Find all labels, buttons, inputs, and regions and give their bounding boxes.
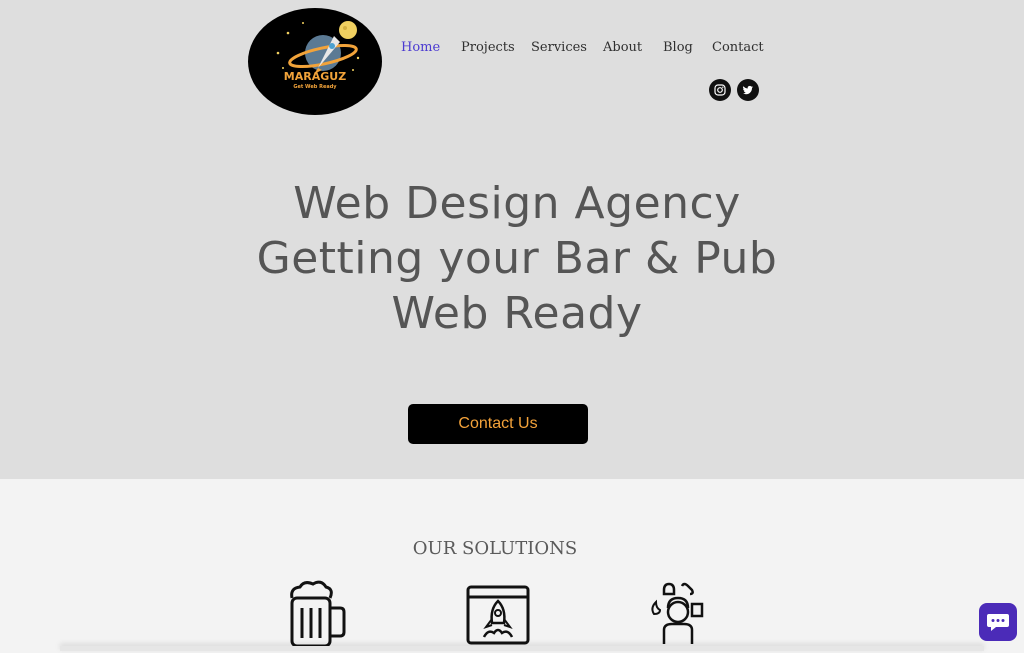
- contact-us-button[interactable]: Contact Us: [408, 404, 588, 444]
- beer-mug-icon: [286, 580, 348, 653]
- nav-item-services[interactable]: Services: [531, 40, 587, 55]
- hero-headline: Web Design Agency Getting your Bar & Pub…: [212, 176, 822, 341]
- nav-item-projects[interactable]: Projects: [461, 40, 515, 55]
- instagram-link[interactable]: [709, 79, 731, 101]
- site-logo[interactable]: MARAGUZ Get Web Ready: [248, 8, 382, 115]
- headline-line-3: Web Ready: [391, 288, 643, 339]
- rocket-browser-icon: [466, 585, 530, 652]
- hero-section: MARAGUZ Get Web Ready Home Projects Serv…: [0, 0, 1024, 479]
- logo-tagline: Get Web Ready: [293, 84, 337, 90]
- nav-item-blog[interactable]: Blog: [663, 40, 693, 55]
- headline-line-2: Getting your Bar & Pub: [256, 233, 778, 284]
- nav-item-about[interactable]: About: [603, 40, 642, 55]
- rocket-planet-icon: [276, 21, 360, 74]
- bottom-panel-edge: [60, 646, 984, 651]
- chat-icon: [987, 614, 1009, 631]
- nav-item-home[interactable]: Home: [401, 40, 440, 55]
- twitter-icon: [742, 85, 753, 95]
- nav-item-contact[interactable]: Contact: [712, 40, 764, 55]
- twitter-link[interactable]: [737, 79, 759, 101]
- instagram-icon: [714, 84, 726, 96]
- chat-button[interactable]: [979, 603, 1017, 641]
- solutions-title: OUR SOLUTIONS: [412, 538, 578, 559]
- headline-line-1: Web Design Agency: [293, 178, 741, 229]
- customer-support-icon: [648, 580, 708, 653]
- logo-name: MARAGUZ: [283, 70, 347, 83]
